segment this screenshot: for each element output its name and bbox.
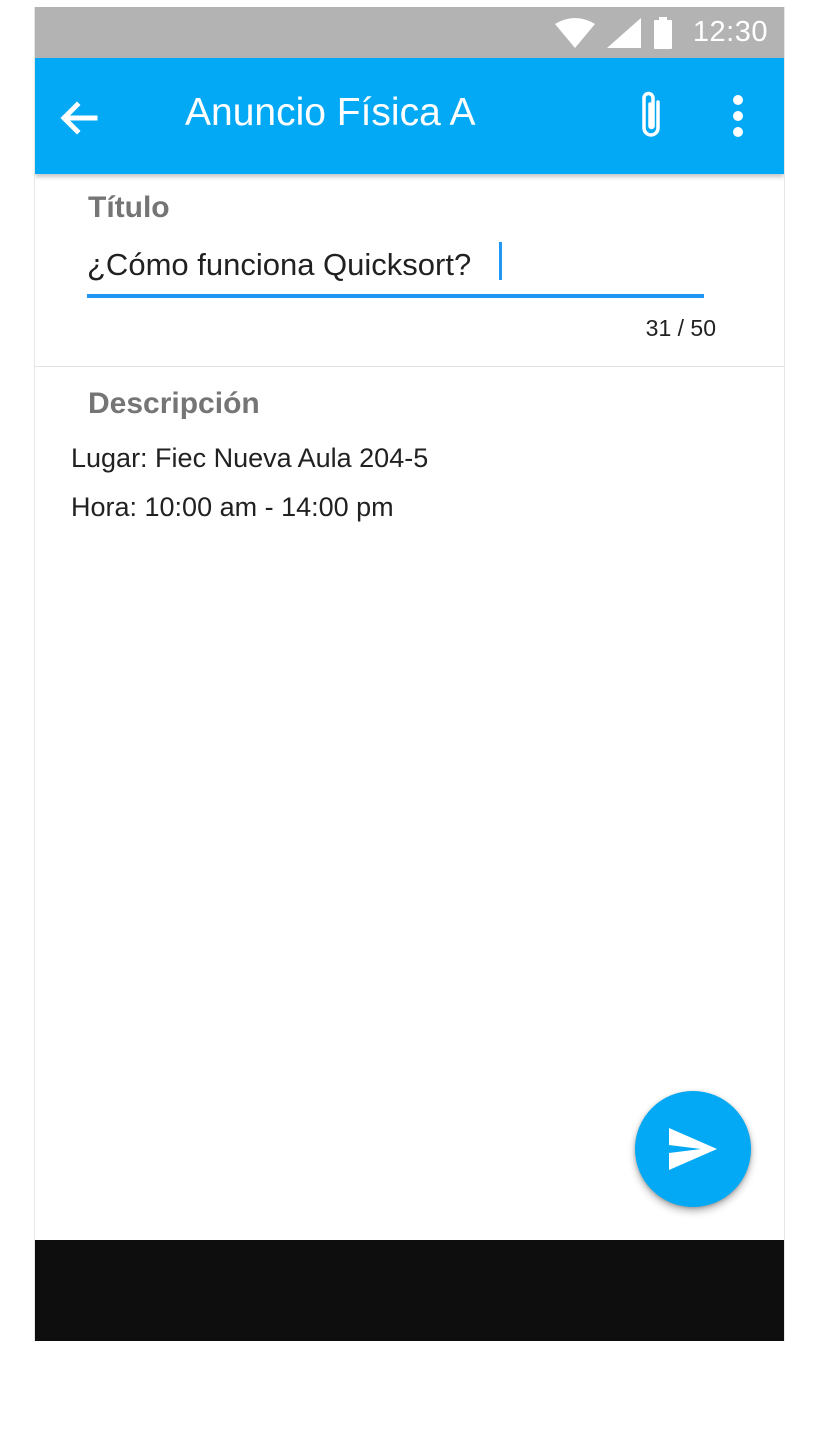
wifi-icon [554, 17, 595, 48]
status-bar: 12:30 [35, 7, 784, 58]
back-button[interactable] [57, 96, 101, 140]
attach-button[interactable] [631, 88, 671, 144]
phone-screen: 12:30 Anuncio Física A Título 31 / 50 [34, 7, 785, 1341]
page-title: Anuncio Física A [185, 91, 476, 134]
title-field-section: Título 31 / 50 [35, 174, 784, 367]
title-label: Título [88, 191, 170, 224]
send-button[interactable] [635, 1091, 751, 1207]
navigation-bar [35, 1240, 784, 1341]
char-counter: 31 / 50 [645, 315, 716, 341]
status-time: 12:30 [692, 16, 768, 48]
app-bar: Anuncio Física A [35, 58, 784, 174]
more-vert-icon [733, 95, 743, 137]
battery-icon [653, 16, 672, 49]
description-line: Hora: 10:00 am - 14:00 pm [71, 492, 394, 522]
paperclip-icon [642, 91, 660, 137]
description-line: Lugar: Fiec Nueva Aula 204-5 [71, 443, 429, 473]
description-label: Descripción [88, 387, 260, 420]
send-icon [669, 1128, 717, 1170]
signal-icon [606, 17, 641, 48]
arrow-back-icon [60, 101, 98, 135]
more-options-button[interactable] [723, 92, 753, 140]
text-cursor [499, 242, 502, 280]
title-input[interactable] [87, 236, 704, 298]
description-input[interactable]: Lugar: Fiec Nueva Aula 204-5 Hora: 10:00… [71, 434, 731, 532]
status-icons: 12:30 [554, 7, 768, 58]
